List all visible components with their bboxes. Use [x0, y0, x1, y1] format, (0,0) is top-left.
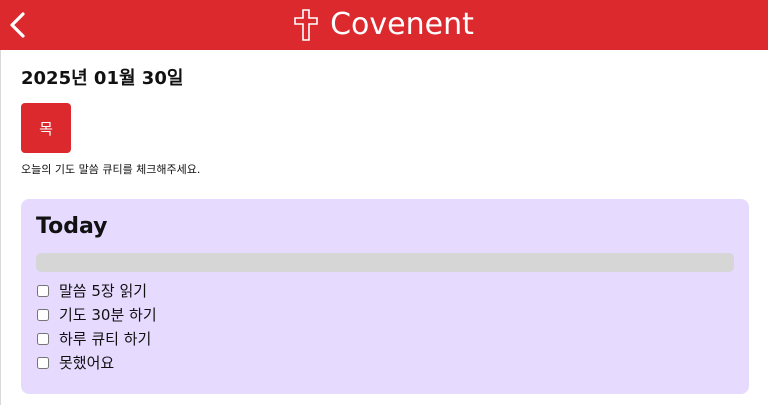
task-label: 하루 큐티 하기	[59, 330, 152, 348]
left-divider	[0, 50, 1, 405]
app-header: Covenent	[0, 0, 768, 50]
task-list: 말씀 5장 읽기 기도 30분 하기 하루 큐티 하기 못했어요	[36, 279, 157, 375]
task-checkbox[interactable]	[37, 309, 49, 321]
app-title: Covenent	[330, 7, 474, 42]
task-checkbox[interactable]	[37, 357, 49, 369]
today-card: Today 말씀 5장 읽기 기도 30분 하기 하루 큐티 하기 못했어요	[21, 199, 749, 394]
task-label: 말씀 5장 읽기	[59, 282, 148, 300]
task-item: 하루 큐티 하기	[36, 327, 157, 351]
brand: Covenent	[0, 0, 768, 50]
task-label: 기도 30분 하기	[59, 306, 157, 324]
task-item: 못했어요	[36, 351, 157, 375]
instruction-text: 오늘의 기도 말씀 큐티를 체크해주세요.	[21, 163, 201, 176]
task-checkbox[interactable]	[37, 333, 49, 345]
day-of-week-button[interactable]: 목	[21, 103, 71, 153]
task-item: 말씀 5장 읽기	[36, 279, 157, 303]
cross-icon	[294, 9, 318, 41]
task-label: 못했어요	[59, 354, 115, 372]
task-item: 기도 30분 하기	[36, 303, 157, 327]
current-date: 2025년 01월 30일	[21, 68, 184, 89]
task-checkbox[interactable]	[37, 285, 49, 297]
today-title: Today	[36, 214, 108, 239]
progress-bar	[36, 253, 734, 272]
